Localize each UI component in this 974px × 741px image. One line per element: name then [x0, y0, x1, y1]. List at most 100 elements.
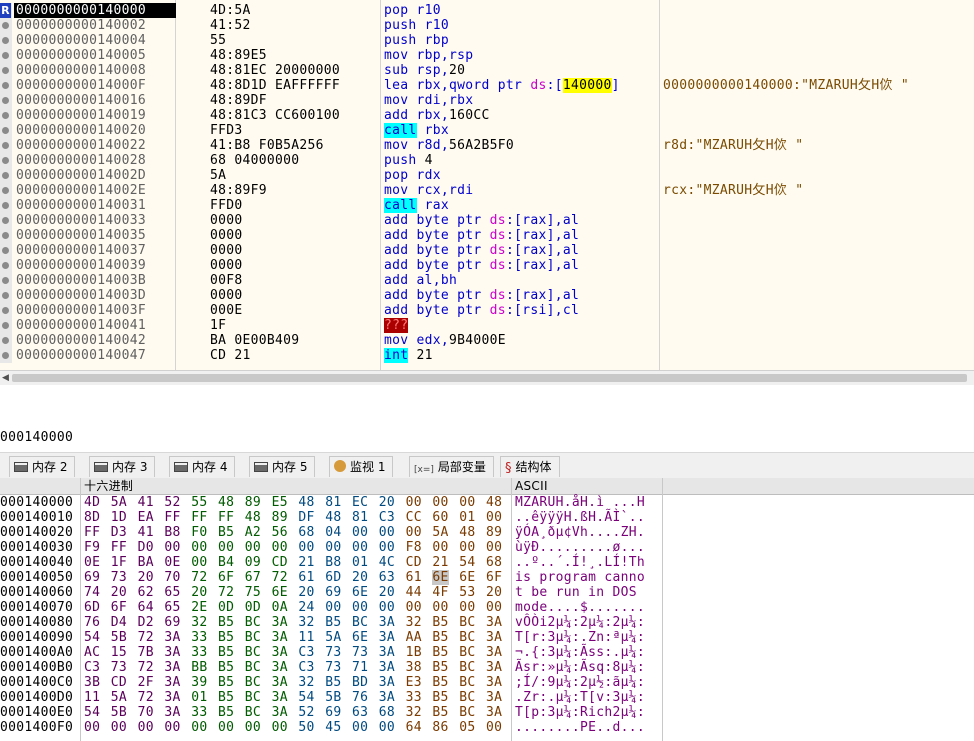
hex-byte[interactable]: 3A: [486, 660, 502, 675]
dump-row[interactable]: 0001400C0 3B CD 2F 3A 39 B5 BC 3A 32 B5 BD 3A E3 B5 BC 3…: [0, 675, 974, 690]
hex-byte[interactable]: 00: [459, 495, 475, 510]
hex-byte[interactable]: 41: [138, 495, 154, 510]
hex-byte[interactable]: 4F: [432, 585, 448, 600]
disasm-row[interactable]: 0000000000140004 55 push rbp: [0, 33, 974, 48]
hex-byte[interactable]: 56: [272, 525, 288, 540]
hex-byte[interactable]: 5A: [111, 495, 127, 510]
breakpoint-gutter[interactable]: [0, 183, 12, 198]
hex-byte[interactable]: BC: [245, 705, 261, 720]
hex-byte[interactable]: 00: [111, 720, 127, 735]
hex-byte[interactable]: 64: [406, 720, 422, 735]
disasm-row[interactable]: 000000000014003B 00F8 add al,bh: [0, 273, 974, 288]
hex-byte[interactable]: 69: [84, 570, 100, 585]
hex-byte[interactable]: 54: [84, 630, 100, 645]
ascii-text[interactable]: ¬.{:3µ¼:Ãss:.µ¼:: [515, 645, 645, 660]
hex-byte[interactable]: E5: [272, 495, 288, 510]
hex-byte[interactable]: 33: [191, 630, 207, 645]
hex-byte[interactable]: 8D: [84, 510, 100, 525]
breakpoint-dot-icon[interactable]: [2, 82, 9, 89]
hex-byte[interactable]: 20: [191, 585, 207, 600]
hex-byte[interactable]: BC: [459, 675, 475, 690]
hex-byte[interactable]: D3: [111, 525, 127, 540]
hex-byte[interactable]: 55: [191, 495, 207, 510]
breakpoint-gutter[interactable]: [0, 123, 12, 138]
hex-byte[interactable]: 0A: [272, 600, 288, 615]
breakpoint-dot-icon[interactable]: [2, 202, 9, 209]
hex-byte[interactable]: FF: [191, 510, 207, 525]
hex-byte[interactable]: BC: [245, 615, 261, 630]
hex-byte[interactable]: 48: [325, 510, 341, 525]
dump-row[interactable]: 000140080 76 D4 D2 69 32 B5 BC 3A 32 B5 BC 3A 32 B5 BC 3…: [0, 615, 974, 630]
tab-memory[interactable]: 内存 4: [169, 456, 236, 477]
breakpoint-dot-icon[interactable]: [2, 337, 9, 344]
ascii-text[interactable]: ;Í/:9µ¼:2µ½:ãµ¼:: [515, 675, 645, 690]
disassembly-view[interactable]: R 0000000000140000 4D:5A pop r10 00000000001…: [0, 0, 974, 370]
hex-byte[interactable]: 6E: [352, 630, 368, 645]
hex-byte[interactable]: 3A: [164, 645, 180, 660]
breakpoint-dot-icon[interactable]: [2, 322, 9, 329]
breakpoint-gutter[interactable]: [0, 63, 12, 78]
hex-byte[interactable]: 32: [191, 615, 207, 630]
hex-byte[interactable]: BC: [459, 615, 475, 630]
hex-byte[interactable]: 33: [191, 705, 207, 720]
disasm-row[interactable]: 0000000000140037 0000 add byte ptr ds:[rax…: [0, 243, 974, 258]
dump-row[interactable]: 0001400A0 AC 15 7B 3A 33 B5 BC 3A C3 73 73 3A 1B B5 BC 3…: [0, 645, 974, 660]
disasm-row[interactable]: 0000000000140002 41:52 push r10: [0, 18, 974, 33]
hex-byte[interactable]: B5: [432, 705, 448, 720]
hex-byte[interactable]: 3A: [486, 645, 502, 660]
hex-byte[interactable]: 20: [111, 585, 127, 600]
hex-byte[interactable]: 5A: [111, 690, 127, 705]
hex-byte[interactable]: 3A: [486, 615, 502, 630]
hex-byte[interactable]: BA: [138, 555, 154, 570]
dump-row[interactable]: 000140040 0E 1F BA 0E 00 B4 09 CD 21 B8 01 4C CD 21 54 6…: [0, 555, 974, 570]
breakpoint-gutter[interactable]: R: [0, 3, 12, 18]
scroll-left-icon[interactable]: ◀: [2, 373, 9, 383]
hex-byte[interactable]: C3: [298, 660, 314, 675]
disasm-row[interactable]: 0000000000140031 FFD0 call rax: [0, 198, 974, 213]
ascii-text[interactable]: ÿÓA¸ðµ¢Vh....ZH.: [515, 525, 645, 540]
breakpoint-dot-icon[interactable]: [2, 247, 9, 254]
hex-byte[interactable]: 00: [379, 540, 395, 555]
dump-row[interactable]: 000140090 54 5B 72 3A 33 B5 BC 3A 11 5A 6E 3A AA B5 BC 3…: [0, 630, 974, 645]
breakpoint-gutter[interactable]: [0, 273, 12, 288]
hex-byte[interactable]: 00: [432, 600, 448, 615]
hex-byte[interactable]: 3A: [272, 705, 288, 720]
dump-row[interactable]: 000140010 8D 1D EA FF FF FF 48 89 DF 48 81 C3 CC 60 01 0…: [0, 510, 974, 525]
hex-byte[interactable]: B5: [325, 675, 341, 690]
hex-byte[interactable]: 73: [111, 570, 127, 585]
hex-byte[interactable]: 6F: [111, 600, 127, 615]
hex-byte[interactable]: 5A: [325, 630, 341, 645]
hex-byte[interactable]: 6D: [84, 600, 100, 615]
ascii-text[interactable]: ùÿÐ.........ø...: [515, 540, 645, 555]
hex-byte[interactable]: CD: [272, 555, 288, 570]
hex-byte[interactable]: 0D: [245, 600, 261, 615]
hex-byte[interactable]: 4D: [84, 495, 100, 510]
breakpoint-dot-icon[interactable]: [2, 307, 9, 314]
hex-byte[interactable]: 72: [191, 570, 207, 585]
hex-byte[interactable]: 48: [298, 495, 314, 510]
hex-byte[interactable]: B5: [432, 645, 448, 660]
hex-byte[interactable]: 2E: [191, 600, 207, 615]
hex-byte[interactable]: 32: [298, 675, 314, 690]
hex-byte[interactable]: 2F: [138, 675, 154, 690]
hex-byte[interactable]: 61: [298, 570, 314, 585]
hex-byte[interactable]: EA: [138, 510, 154, 525]
hex-byte[interactable]: B5: [432, 690, 448, 705]
hex-byte[interactable]: 5B: [111, 630, 127, 645]
hex-byte[interactable]: 00: [245, 540, 261, 555]
hex-byte[interactable]: B5: [218, 645, 234, 660]
disasm-row[interactable]: 000000000014002E 48:89F9 mov rcx,rdi rcx:"M…: [0, 183, 974, 198]
hex-byte[interactable]: 71: [352, 660, 368, 675]
hex-byte[interactable]: B5: [218, 675, 234, 690]
dump-row[interactable]: 000140020 FF D3 41 B8 F0 B5 A2 56 68 04 00 00 00 5A 48 8…: [0, 525, 974, 540]
hex-byte[interactable]: 3A: [379, 675, 395, 690]
hex-byte[interactable]: 00: [164, 720, 180, 735]
breakpoint-gutter[interactable]: [0, 153, 12, 168]
hex-byte[interactable]: 00: [245, 720, 261, 735]
ascii-text[interactable]: t be run in DOS: [515, 585, 645, 600]
hex-byte[interactable]: 72: [218, 585, 234, 600]
hex-byte[interactable]: 3A: [164, 630, 180, 645]
hex-byte[interactable]: 76: [84, 615, 100, 630]
hex-byte[interactable]: 89: [245, 495, 261, 510]
hex-byte[interactable]: 54: [298, 690, 314, 705]
